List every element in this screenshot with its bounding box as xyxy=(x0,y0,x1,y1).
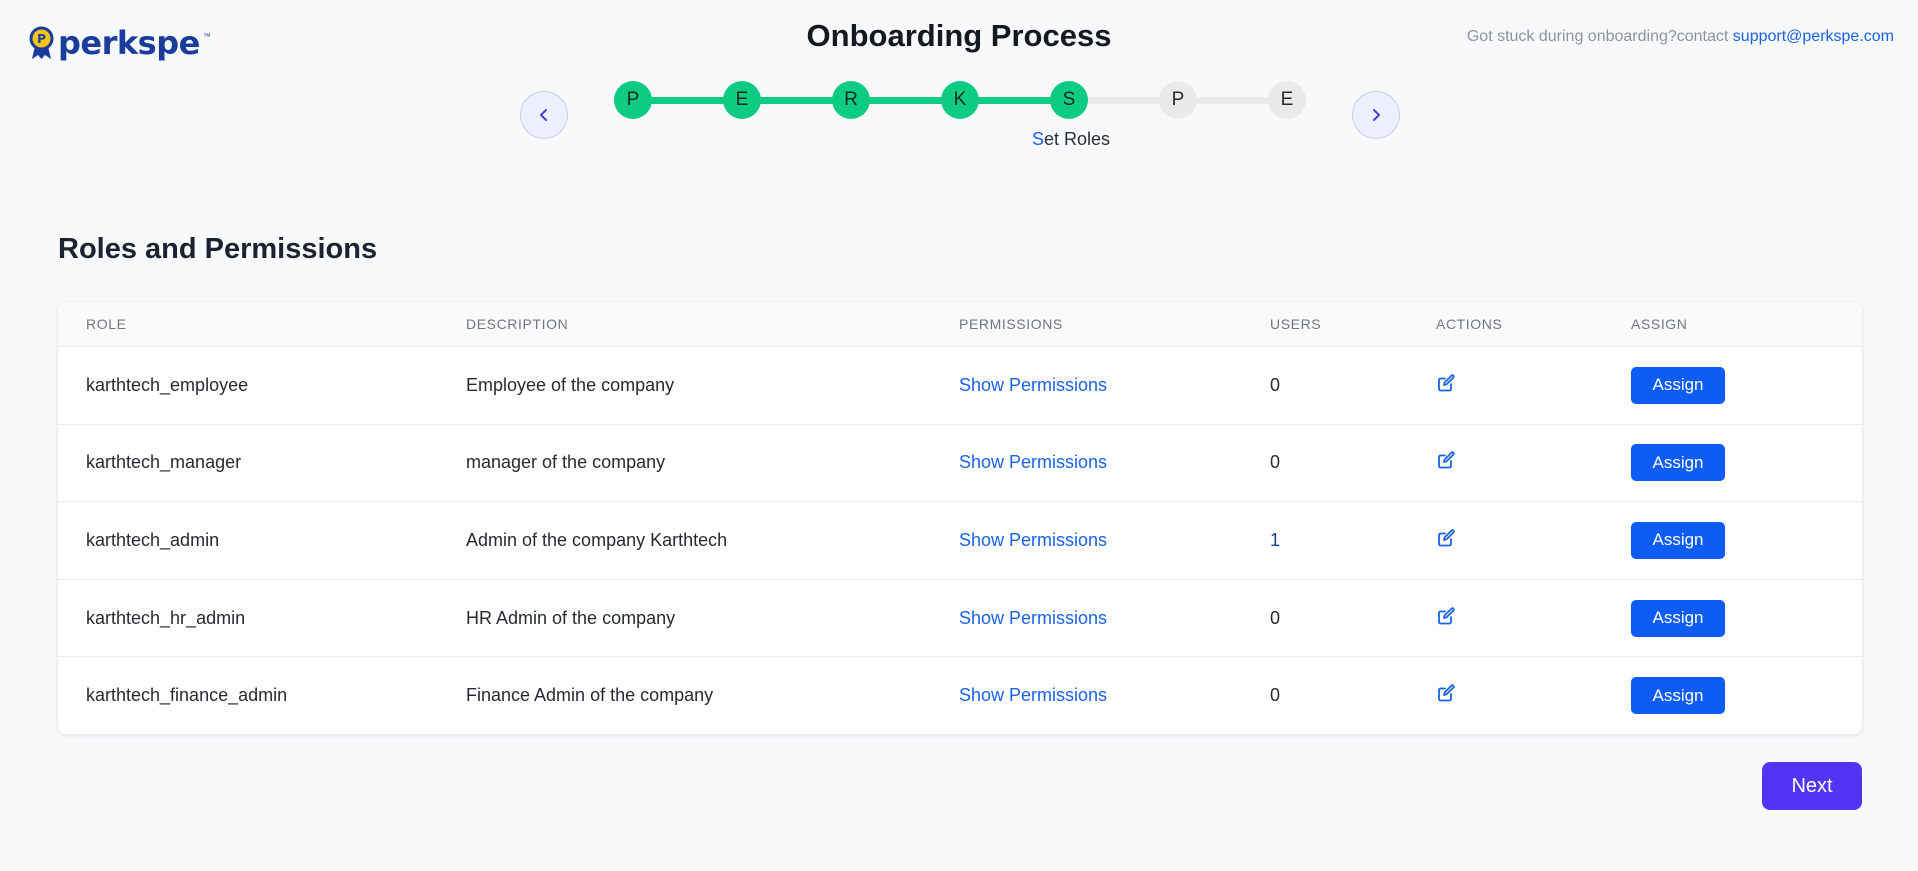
users-count: 0 xyxy=(1270,607,1281,628)
previous-step-button[interactable] xyxy=(520,91,568,139)
column-header-description: DESCRIPTION xyxy=(466,316,569,332)
step-2[interactable]: E xyxy=(723,81,761,119)
assign-button[interactable]: Assign xyxy=(1631,677,1725,715)
assign-button[interactable]: Assign xyxy=(1631,599,1725,637)
users-count: 0 xyxy=(1270,452,1281,473)
table-body: karthtech_employee Employee of the compan… xyxy=(58,346,1862,734)
table-row: karthtech_hr_admin HR Admin of the compan… xyxy=(58,578,1862,657)
help-text: Got stuck during onboarding?contact supp… xyxy=(1467,28,1894,46)
role-description: HR Admin of the company xyxy=(466,607,676,628)
column-header-users: USERS xyxy=(1270,316,1322,332)
table-row: karthtech_admin Admin of the company Kart… xyxy=(58,501,1862,579)
edit-icon[interactable] xyxy=(1436,683,1456,703)
assign-button[interactable]: Assign xyxy=(1631,521,1725,559)
show-permissions-link[interactable]: Show Permissions xyxy=(959,375,1107,395)
edit-icon[interactable] xyxy=(1436,373,1456,393)
role-name: karthtech_manager xyxy=(86,452,242,473)
chevron-right-icon xyxy=(1373,109,1380,121)
edit-icon[interactable] xyxy=(1436,606,1456,626)
show-permissions-link[interactable]: Show Permissions xyxy=(959,530,1107,550)
next-button[interactable]: Next xyxy=(1762,762,1862,810)
assign-button[interactable]: Assign xyxy=(1631,366,1725,404)
show-permissions-link[interactable]: Show Permissions xyxy=(959,608,1107,628)
roles-table: ROLE DESCRIPTION PERMISSIONS USERS ACTIO… xyxy=(58,302,1862,734)
table-row: karthtech_employee Employee of the compan… xyxy=(58,346,1862,424)
column-header-role: ROLE xyxy=(86,316,127,332)
role-description: manager of the company xyxy=(466,452,666,473)
onboarding-stepper: P E R K S P E xyxy=(614,81,1306,119)
chevron-left-icon xyxy=(540,109,547,121)
show-permissions-link[interactable]: Show Permissions xyxy=(959,685,1107,705)
table-row: karthtech_manager manager of the company S… xyxy=(58,423,1862,502)
column-header-assign: ASSIGN xyxy=(1631,316,1688,332)
users-count: 0 xyxy=(1270,374,1281,395)
show-permissions-link[interactable]: Show Permissions xyxy=(959,452,1107,472)
edit-icon[interactable] xyxy=(1436,528,1456,548)
edit-icon[interactable] xyxy=(1436,450,1456,470)
table-header: ROLE DESCRIPTION PERMISSIONS USERS ACTIO… xyxy=(58,302,1862,346)
role-name: karthtech_admin xyxy=(86,529,220,550)
step-4[interactable]: K xyxy=(941,81,979,119)
step-1[interactable]: P xyxy=(614,81,652,119)
current-step-label-initial: S xyxy=(1032,129,1045,149)
column-header-actions: ACTIONS xyxy=(1436,316,1503,332)
role-description: Admin of the company Karthtech xyxy=(466,529,728,550)
users-count: 1 xyxy=(1270,529,1281,550)
step-3[interactable]: R xyxy=(832,81,870,119)
table-row: karthtech_finance_admin Finance Admin of … xyxy=(58,656,1862,734)
help-prefix: Got stuck during onboarding?contact xyxy=(1466,28,1733,45)
step-7[interactable]: E xyxy=(1268,81,1306,119)
step-5[interactable]: S xyxy=(1050,81,1088,119)
role-name: karthtech_employee xyxy=(86,374,249,395)
users-count: 0 xyxy=(1270,685,1281,706)
column-header-permissions: PERMISSIONS xyxy=(959,316,1063,332)
assign-button[interactable]: Assign xyxy=(1631,444,1725,482)
support-email-link[interactable]: support@perkspe.com xyxy=(1733,28,1894,45)
step-6[interactable]: P xyxy=(1159,81,1197,119)
current-step-label: Set Roles xyxy=(1032,129,1110,150)
role-description: Employee of the company xyxy=(466,374,675,395)
current-step-label-rest: et Roles xyxy=(1044,129,1111,149)
role-description: Finance Admin of the company xyxy=(466,685,714,706)
section-title: Roles and Permissions xyxy=(58,233,378,265)
next-step-button[interactable] xyxy=(1352,91,1400,139)
role-name: karthtech_hr_admin xyxy=(86,607,246,628)
role-name: karthtech_finance_admin xyxy=(86,685,288,706)
